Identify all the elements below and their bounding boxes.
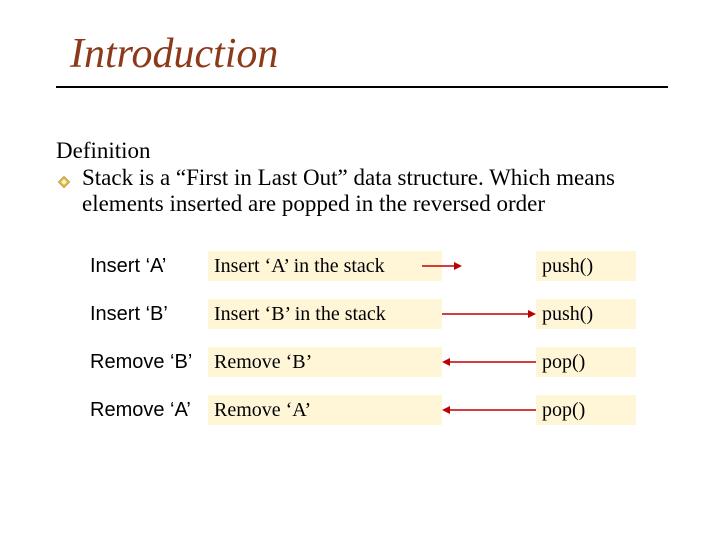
op-action: Remove ‘B’ — [90, 351, 208, 373]
table-row: Remove ‘A’Remove ‘A’ pop() — [90, 386, 670, 434]
op-description: Insert ‘B’ in the stack — [208, 299, 442, 329]
arrow-right-icon — [442, 304, 536, 324]
table-row: Insert ‘A’Insert ‘A’ in the stack push() — [90, 242, 670, 290]
arrow-left-icon — [442, 400, 536, 420]
definition-bullet: Stack is a “First in Last Out” data stru… — [56, 165, 670, 216]
definition-label: Definition — [56, 138, 670, 163]
slide-title: Introduction — [70, 30, 670, 78]
op-action: Remove ‘A’ — [90, 399, 208, 421]
slide-body: Definition Stack is a “First in Last Out… — [56, 138, 670, 434]
op-function: pop() — [536, 395, 636, 425]
operations-table: Insert ‘A’Insert ‘A’ in the stackpush()I… — [90, 242, 670, 434]
arrow-right-icon — [422, 256, 536, 276]
title-underline — [56, 86, 668, 88]
table-row: Remove ‘B’Remove ‘B’ pop() — [90, 338, 670, 386]
op-description: Insert ‘A’ in the stack — [208, 251, 442, 281]
table-row: Insert ‘B’Insert ‘B’ in the stack push() — [90, 290, 670, 338]
op-action: Insert ‘B’ — [90, 303, 208, 325]
op-description: Remove ‘B’ — [208, 347, 442, 377]
op-function: push() — [536, 251, 636, 281]
op-function: push() — [536, 299, 636, 329]
op-function: pop() — [536, 347, 636, 377]
slide: Introduction Definition Stack is a “Firs… — [0, 0, 720, 540]
definition-text: Stack is a “First in Last Out” data stru… — [82, 165, 670, 216]
op-description: Remove ‘A’ — [208, 395, 442, 425]
op-action: Insert ‘A’ — [90, 255, 208, 277]
diamond-bullet-icon — [56, 170, 72, 186]
arrow-left-icon — [442, 352, 536, 372]
